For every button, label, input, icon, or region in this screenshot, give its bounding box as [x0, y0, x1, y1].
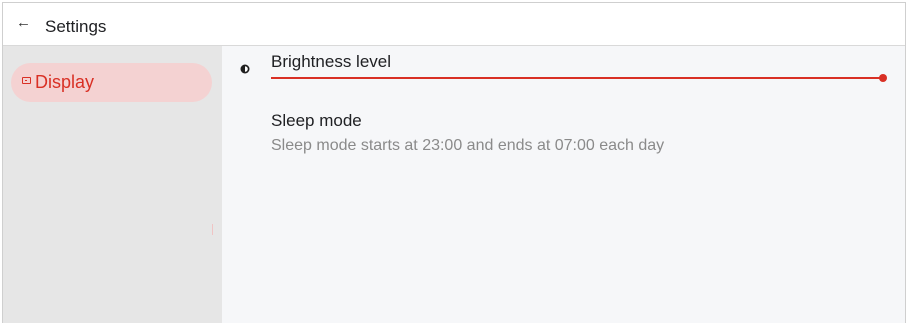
sleep-mode-description: Sleep mode starts at 23:00 and ends at 0… — [271, 137, 665, 154]
sidebar-item-display[interactable]: Display — [11, 63, 212, 102]
brightness-slider-fill — [271, 77, 883, 79]
sidebar-item-label: Display — [35, 72, 95, 92]
sidebar: Display — [3, 46, 222, 323]
settings-window: ← Settings Display Brightness level Slee… — [2, 2, 906, 323]
display-icon — [22, 77, 31, 84]
arrow-back-icon[interactable]: ← — [16, 12, 34, 34]
brightness-label: Brightness level — [271, 52, 392, 71]
moon-icon — [242, 117, 248, 127]
page-title: Settings — [45, 17, 107, 36]
sleep-mode-label: Sleep mode — [271, 111, 362, 130]
sidebar-divider-mark — [212, 224, 213, 235]
brightness-slider[interactable] — [271, 74, 887, 82]
display-settings-panel: Brightness level Sleep mode Sleep mode s… — [222, 46, 905, 323]
header-bar: ← Settings — [3, 3, 905, 46]
brightness-icon — [240, 64, 250, 74]
brightness-slider-thumb[interactable] — [879, 74, 887, 82]
